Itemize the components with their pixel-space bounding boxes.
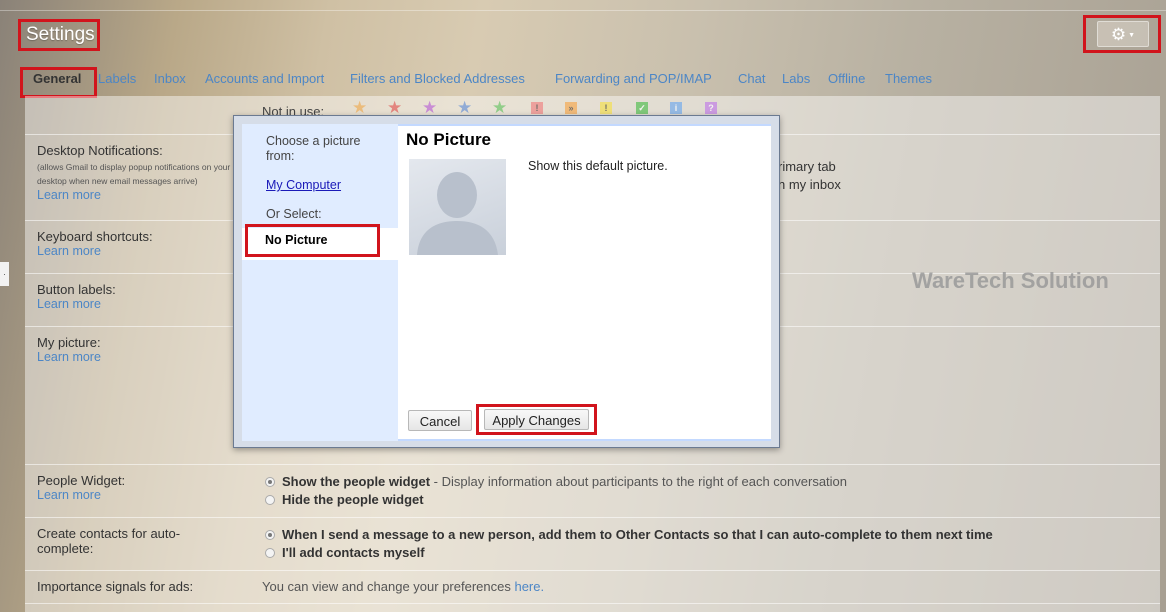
desktop-notifications-learn-more[interactable]: Learn more xyxy=(37,188,101,202)
my-picture-label: My picture: xyxy=(37,335,101,350)
tab-inbox[interactable]: Inbox xyxy=(154,71,186,86)
side-panel-handle[interactable]: . xyxy=(0,262,9,286)
hide-people-widget-option[interactable]: Hide the people widget xyxy=(282,492,424,507)
importance-signals-link[interactable]: here. xyxy=(514,579,544,594)
choose-picture-dialog: Choose a picture from: My Computer Or Se… xyxy=(233,115,780,448)
apply-changes-button[interactable]: Apply Changes xyxy=(484,409,589,430)
keyboard-shortcuts-label: Keyboard shortcuts: xyxy=(37,229,153,244)
my-picture-learn-more[interactable]: Learn more xyxy=(37,350,101,364)
tab-offline[interactable]: Offline xyxy=(828,71,865,86)
green-check-icon[interactable]: ✓ xyxy=(636,102,648,114)
dialog-body: Choose a picture from: My Computer Or Se… xyxy=(242,124,771,441)
tab-labs[interactable]: Labs xyxy=(782,71,810,86)
or-select-label: Or Select: xyxy=(266,207,322,221)
page-title: Settings xyxy=(18,19,100,51)
orange-guillemet-icon[interactable]: » xyxy=(565,102,577,114)
row-divider xyxy=(25,464,1160,465)
desktop-notifications-partial-2: n my inbox xyxy=(778,177,841,192)
gear-icon: ⚙ xyxy=(1110,25,1127,44)
desktop-notifications-partial-1: rimary tab xyxy=(778,159,836,174)
importance-signals-text: You can view and change your preferences… xyxy=(262,579,545,594)
desktop-notifications-desc-2: desktop when new email messages arrive) xyxy=(37,176,198,186)
tab-filters-and-blocked-addresses[interactable]: Filters and Blocked Addresses xyxy=(350,71,525,86)
people-widget-learn-more[interactable]: Learn more xyxy=(37,488,101,502)
tab-themes[interactable]: Themes xyxy=(885,71,932,86)
blue-info-icon[interactable]: i xyxy=(670,102,682,114)
show-people-widget-option[interactable]: Show the people widget - Display informa… xyxy=(282,474,847,489)
dialog-description: Show this default picture. xyxy=(528,159,668,173)
watermark: WareTech Solution xyxy=(912,268,1109,293)
show-people-widget-radio[interactable] xyxy=(265,477,275,487)
hide-people-widget-radio[interactable] xyxy=(265,495,275,505)
purple-question-icon[interactable]: ? xyxy=(705,102,717,114)
tab-chat[interactable]: Chat xyxy=(738,71,765,86)
dialog-sidebar: Choose a picture from: My Computer Or Se… xyxy=(242,124,400,441)
desktop-notifications-desc-1: (allows Gmail to display popup notificat… xyxy=(37,162,231,172)
top-divider xyxy=(0,10,1166,11)
choose-picture-prompt-1: Choose a picture xyxy=(266,134,361,148)
desktop-notifications-label: Desktop Notifications: xyxy=(37,143,163,158)
red-bang-icon[interactable]: ! xyxy=(531,102,543,114)
create-contacts-label-1: Create contacts for auto- xyxy=(37,526,181,541)
person-silhouette-icon xyxy=(417,172,498,255)
settings-gear-button[interactable]: ⚙ ▼ xyxy=(1097,21,1149,47)
choose-picture-prompt-2: from: xyxy=(266,149,295,163)
auto-add-contacts-radio[interactable] xyxy=(265,530,275,540)
yellow-bang-icon[interactable]: ! xyxy=(600,102,612,114)
importance-signals-label: Importance signals for ads: xyxy=(37,579,194,594)
button-labels-learn-more[interactable]: Learn more xyxy=(37,297,101,311)
no-picture-option[interactable]: No Picture xyxy=(245,224,380,257)
default-avatar-image xyxy=(409,159,506,255)
auto-add-contacts-option[interactable]: When I send a message to a new person, a… xyxy=(282,527,993,542)
people-widget-label: People Widget: xyxy=(37,473,126,488)
row-divider xyxy=(25,603,1160,604)
row-divider xyxy=(25,570,1160,571)
tab-labels[interactable]: Labels xyxy=(98,71,136,86)
tab-general-highlight xyxy=(20,67,97,98)
create-contacts-label-2: complete: xyxy=(37,541,94,556)
manual-contacts-radio[interactable] xyxy=(265,548,275,558)
dialog-title: No Picture xyxy=(406,130,492,149)
cancel-button[interactable]: Cancel xyxy=(408,410,472,431)
manual-contacts-option[interactable]: I'll add contacts myself xyxy=(282,545,425,560)
chevron-down-icon: ▼ xyxy=(1128,31,1136,39)
settings-gear-highlight: ⚙ ▼ xyxy=(1083,15,1161,53)
keyboard-shortcuts-learn-more[interactable]: Learn more xyxy=(37,244,101,258)
my-computer-link[interactable]: My Computer xyxy=(266,178,341,192)
tab-forwarding-and-pop-imap[interactable]: Forwarding and POP/IMAP xyxy=(555,71,712,86)
tab-accounts-and-import[interactable]: Accounts and Import xyxy=(205,71,324,86)
button-labels-label: Button labels: xyxy=(37,282,116,297)
row-divider xyxy=(25,517,1160,518)
apply-changes-highlight: Apply Changes xyxy=(476,404,597,435)
